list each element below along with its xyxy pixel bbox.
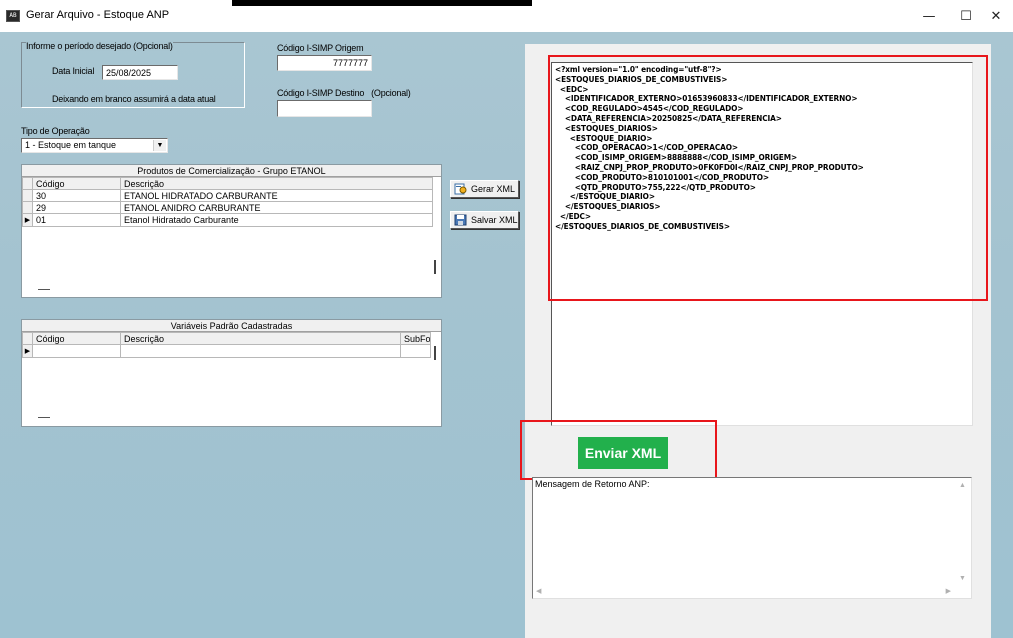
table-row[interactable]: ▶ 01 Etanol Hidratado Carburante xyxy=(22,213,433,227)
cell-descricao[interactable] xyxy=(120,344,401,358)
variaveis-grid-caption: Variáveis Padrão Cadastradas xyxy=(22,320,441,332)
gerar-xml-button[interactable]: Gerar XML xyxy=(450,180,519,198)
produtos-col-codigo[interactable]: Código xyxy=(32,177,121,190)
data-inicial-input[interactable]: 25/08/2025 xyxy=(102,65,178,80)
salvar-xml-button[interactable]: Salvar XML xyxy=(450,211,519,229)
tipo-operacao-value: 1 - Estoque em tanque xyxy=(25,140,117,150)
play-arrow-icon: ▶ xyxy=(24,217,31,224)
row-indicator-header xyxy=(22,332,33,345)
window-title: Gerar Arquivo - Estoque ANP xyxy=(26,9,170,21)
horizontal-scrollbar[interactable]: ◀ ▶ xyxy=(533,584,971,598)
scroll-left-icon[interactable]: ◀ xyxy=(536,587,541,595)
table-row[interactable]: 30 ETANOL HIDRATADO CARBURANTE xyxy=(22,189,433,202)
salvar-xml-label: Salvar XML xyxy=(471,215,518,225)
horizontal-scrollbar-thumb[interactable] xyxy=(38,417,50,418)
cell-codigo[interactable]: 30 xyxy=(32,189,121,202)
play-arrow-icon: ▶ xyxy=(24,348,31,355)
row-indicator-header xyxy=(22,177,33,190)
cell-subfo[interactable] xyxy=(400,344,431,358)
horizontal-scrollbar-thumb[interactable] xyxy=(38,289,50,290)
produtos-grid: Produtos de Comercialização - Grupo ETAN… xyxy=(21,164,442,298)
produtos-grid-caption: Produtos de Comercialização - Grupo ETAN… xyxy=(22,165,441,177)
current-row-indicator: ▶ xyxy=(22,213,33,227)
origem-input[interactable]: 7777777 xyxy=(277,55,372,71)
destino-label-text: Código I-SIMP Destino xyxy=(277,88,365,98)
tipo-operacao-label: Tipo de Operação xyxy=(21,126,90,136)
period-group-label: Informe o período desejado (Opcional) xyxy=(26,41,173,51)
retorno-message-area[interactable]: Mensagem de Retorno ANP: ▲ ▼ ◀ ▶ xyxy=(532,477,972,599)
row-indicator xyxy=(22,189,33,202)
cell-codigo[interactable] xyxy=(32,344,121,358)
vertical-scrollbar[interactable]: ▲ ▼ xyxy=(955,478,971,598)
cell-descricao[interactable]: ETANOL HIDRATADO CARBURANTE xyxy=(120,189,433,202)
destino-optional-text: (Opcional) xyxy=(371,88,411,98)
destino-label: Código I-SIMP Destino (Opcional) xyxy=(277,88,411,98)
current-row-indicator: ▶ xyxy=(22,344,33,358)
cell-descricao[interactable]: ETANOL ANIDRO CARBURANTE xyxy=(120,201,433,214)
variaveis-header-row: Código Descrição SubFo xyxy=(22,332,431,345)
origem-label: Código I-SIMP Origem xyxy=(277,43,364,53)
gear-document-icon xyxy=(454,183,468,195)
app-icon: AB xyxy=(6,10,20,22)
produtos-header-row: Código Descrição xyxy=(22,177,433,190)
variaveis-col-subfo[interactable]: SubFo xyxy=(400,332,431,345)
variaveis-table: Código Descrição SubFo ▶ xyxy=(22,332,431,358)
tipo-operacao-select[interactable]: 1 - Estoque em tanque ▼ xyxy=(21,138,168,153)
variaveis-grid: Variáveis Padrão Cadastradas Código Desc… xyxy=(21,319,442,427)
xml-highlight-box xyxy=(548,55,988,301)
vertical-scrollbar-thumb[interactable] xyxy=(434,260,436,274)
vertical-scrollbar-thumb[interactable] xyxy=(434,346,436,360)
scroll-right-icon[interactable]: ▶ xyxy=(946,587,951,595)
table-row[interactable]: ▶ xyxy=(22,344,431,358)
close-button[interactable]: ✕ xyxy=(979,0,1013,32)
period-group: Informe o período desejado (Opcional) Da… xyxy=(21,41,245,108)
data-inicial-label: Data Inicial xyxy=(52,66,95,76)
variaveis-col-descricao[interactable]: Descrição xyxy=(120,332,401,345)
chevron-down-icon[interactable]: ▼ xyxy=(153,140,166,151)
enviar-xml-button[interactable]: Enviar XML xyxy=(578,437,668,469)
title-bar: AB Gerar Arquivo - Estoque ANP — ☐ ✕ xyxy=(0,0,1013,32)
cell-descricao[interactable]: Etanol Hidratado Carburante xyxy=(120,213,433,227)
destino-input[interactable] xyxy=(277,100,372,117)
gerar-xml-label: Gerar XML xyxy=(471,184,516,194)
retorno-label: Mensagem de Retorno ANP: xyxy=(535,479,650,489)
row-indicator xyxy=(22,201,33,214)
background-window-edge xyxy=(232,0,532,6)
period-hint: Deixando em branco assumirá a data atual xyxy=(52,94,216,104)
produtos-col-descricao[interactable]: Descrição xyxy=(120,177,433,190)
save-icon xyxy=(454,214,468,226)
scroll-down-icon[interactable]: ▼ xyxy=(959,575,966,582)
variaveis-col-codigo[interactable]: Código xyxy=(32,332,121,345)
cell-codigo[interactable]: 01 xyxy=(32,213,121,227)
table-row[interactable]: 29 ETANOL ANIDRO CARBURANTE xyxy=(22,201,433,214)
scroll-up-icon[interactable]: ▲ xyxy=(959,482,966,489)
cell-codigo[interactable]: 29 xyxy=(32,201,121,214)
produtos-table: Código Descrição 30 ETANOL HIDRATADO CAR… xyxy=(22,177,433,227)
